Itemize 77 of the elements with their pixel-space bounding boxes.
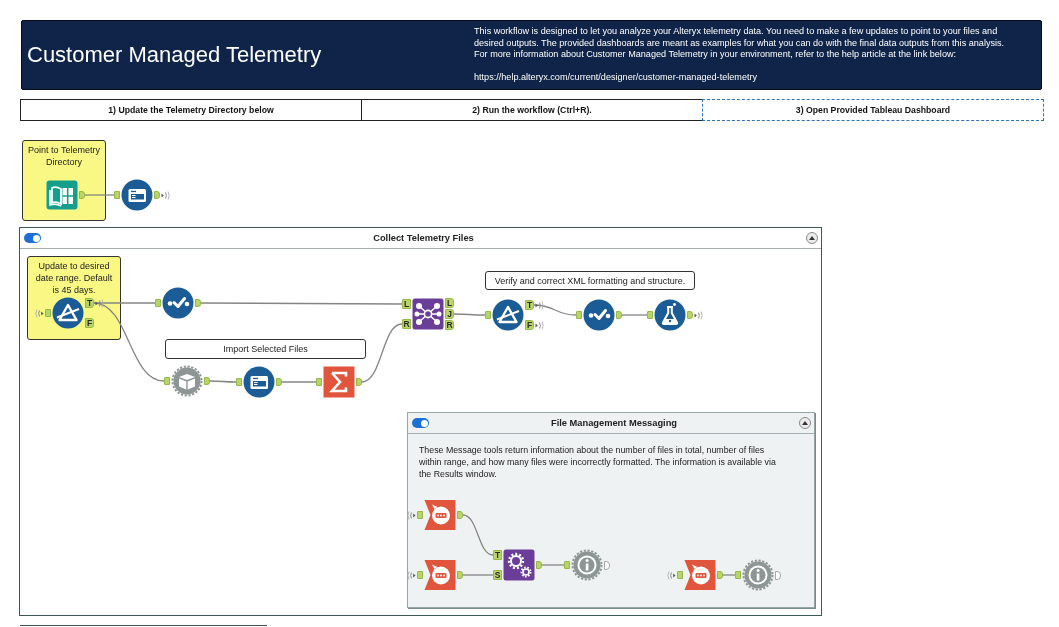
container-title: Collect Telemetry Files: [372, 233, 475, 243]
window-icon[interactable]: [243, 366, 275, 398]
banner-description: This workflow is designed to let you analyze your Alteryx telemetry data. You need to make a few updates to point to your files and desired outputs. The provided dashboards are meant as examples for what you can do with the final data outputs from this analysis. For more information about Customer Managed Telemetry in your environment, refer to the help article at the link below:: [474, 26, 1006, 61]
connection-line: [462, 574, 494, 576]
anchor-icon[interactable]: [457, 511, 463, 519]
anchor-icon[interactable]: [114, 191, 120, 199]
anchor-icon[interactable]: [195, 299, 201, 307]
flask-icon[interactable]: [654, 299, 686, 331]
anchor-icon[interactable]: [717, 571, 723, 579]
anchor-icon[interactable]: [79, 191, 85, 199]
anchor-tab[interactable]: J: [445, 309, 454, 319]
anchor-icon[interactable]: [417, 571, 423, 579]
comment-label: Import Selected Files: [165, 339, 366, 359]
anchor-tab[interactable]: T: [85, 298, 94, 308]
anchor-icon[interactable]: [316, 378, 322, 386]
anchor-icon[interactable]: [576, 311, 582, 319]
container-description: These Message tools return information about the number of files in total, number of files within range, and how many files were incorrectly formatted. The information is available via the Results window.: [418, 444, 777, 480]
anchor-tab[interactable]: T: [493, 550, 502, 560]
banner-title: Customer Managed Telemetry: [26, 42, 323, 68]
connection-line: [453, 313, 486, 316]
connection-line: [621, 314, 648, 316]
connection-line: [361, 323, 403, 383]
prism-icon[interactable]: [492, 299, 524, 331]
step-instruction: 2) Run the workflow (Ctrl+R).: [361, 99, 703, 121]
gear-cube-icon[interactable]: [171, 365, 203, 397]
caret-up-icon: [802, 421, 808, 425]
anchor-icon[interactable]: [457, 571, 463, 579]
anchor-icon[interactable]: [564, 561, 570, 569]
connection-line: [281, 381, 317, 383]
step-instruction: 1) Update the Telemetry Directory below: [20, 99, 362, 121]
anchor-icon[interactable]: [687, 311, 693, 319]
connection-line: [541, 564, 565, 566]
anchor-tab[interactable]: T: [525, 300, 534, 310]
anchor-outline-icon[interactable]: [604, 560, 610, 570]
connection-line: [533, 304, 577, 316]
anchor-tab[interactable]: S: [493, 570, 502, 580]
help-url: https://help.alteryx.com/current/designer/customer-managed-telemetry: [474, 72, 759, 84]
anchor-icon[interactable]: [155, 299, 161, 307]
anchor-icon[interactable]: [164, 377, 170, 385]
comment-label: Verify and correct XML formatting and structure.: [485, 271, 695, 290]
info-icon[interactable]: [742, 559, 774, 591]
container-title: File Management Messaging: [549, 418, 679, 428]
anchor-icon[interactable]: [616, 311, 622, 319]
anchor-icon[interactable]: [536, 561, 542, 569]
toggle-switch[interactable]: [412, 418, 429, 428]
anchor-outline-icon[interactable]: [775, 570, 781, 580]
anchor-icon[interactable]: [647, 311, 653, 319]
collapse-button[interactable]: [799, 417, 811, 429]
checkmark-icon[interactable]: [162, 287, 194, 319]
anchor-tab[interactable]: R: [445, 320, 454, 330]
anchor-tab[interactable]: L: [402, 299, 411, 309]
prism-icon[interactable]: [52, 297, 84, 329]
anchor-icon[interactable]: [356, 378, 362, 386]
window-icon[interactable]: [121, 179, 153, 211]
anchor-tab[interactable]: R: [402, 319, 411, 329]
anchor-tab[interactable]: L: [445, 298, 454, 308]
anchor-icon[interactable]: [276, 378, 282, 386]
step-instruction: 3) Open Provided Tableau Dashboard: [702, 99, 1044, 121]
anchor-icon[interactable]: [485, 311, 491, 319]
anchor-icon[interactable]: [204, 377, 210, 385]
info-icon[interactable]: [571, 549, 603, 581]
anchor-icon[interactable]: [154, 191, 160, 199]
connection-line: [462, 514, 494, 556]
anchor-tab[interactable]: F: [85, 318, 94, 328]
anchor-icon[interactable]: [236, 378, 242, 386]
anchor-icon[interactable]: [735, 571, 741, 579]
checkmark-icon[interactable]: [583, 299, 615, 331]
anchor-icon[interactable]: [45, 309, 51, 317]
toggle-switch[interactable]: [24, 233, 41, 243]
caret-up-icon: [809, 236, 815, 240]
collapse-button[interactable]: [806, 232, 818, 244]
anchor-icon[interactable]: [677, 571, 683, 579]
connection-line: [722, 574, 736, 576]
anchor-icon[interactable]: [417, 511, 423, 519]
connection-line: [209, 380, 237, 383]
anchor-tab[interactable]: F: [525, 320, 534, 330]
connection-line: [84, 194, 115, 196]
